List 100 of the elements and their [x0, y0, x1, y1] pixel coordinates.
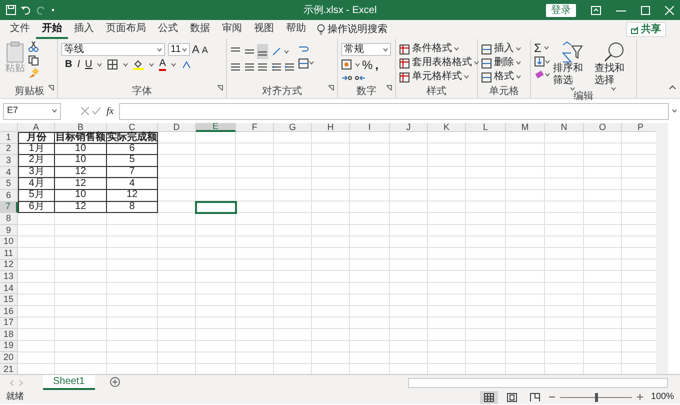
font-color-button[interactable]: A: [159, 58, 166, 70]
lightbulb-icon[interactable]: [317, 24, 325, 35]
launcher-icon[interactable]: [328, 85, 334, 92]
column-header[interactable]: G: [274, 123, 312, 132]
launcher-icon[interactable]: [386, 85, 392, 92]
caret-icon[interactable]: [545, 72, 550, 76]
row-header[interactable]: 11: [0, 248, 18, 260]
redo-icon[interactable]: [36, 5, 46, 15]
column-header[interactable]: C: [107, 123, 158, 132]
zoom-in-icon[interactable]: [637, 394, 644, 400]
caret-icon[interactable]: [454, 47, 459, 51]
borders-icon[interactable]: [107, 59, 118, 70]
eraser-icon[interactable]: [534, 69, 545, 80]
column-header[interactable]: O: [584, 123, 622, 132]
currency-icon[interactable]: [341, 59, 352, 70]
sheet-tab[interactable]: Sheet1: [43, 375, 95, 390]
merge-cells-icon[interactable]: [298, 58, 309, 68]
share-button[interactable]: 共享: [626, 22, 666, 37]
font-name-field[interactable]: 等线: [61, 43, 165, 56]
menu-tab[interactable]: 帮助: [280, 20, 312, 39]
column-header[interactable]: B: [55, 123, 107, 132]
style-menu-button[interactable]: 条件格式: [412, 43, 452, 55]
cells-menu-button[interactable]: 删除: [494, 57, 514, 69]
collapse-ribbon-icon[interactable]: [668, 85, 676, 90]
vertical-scrollbar[interactable]: [656, 123, 668, 374]
bold-button[interactable]: B: [65, 58, 72, 70]
column-header[interactable]: N: [545, 123, 584, 132]
row-header[interactable]: 3: [0, 155, 18, 167]
comma-button[interactable]: ,: [375, 58, 379, 70]
caret-icon[interactable]: [383, 48, 388, 52]
caret-icon[interactable]: [464, 75, 469, 79]
caret-icon[interactable]: [157, 48, 162, 52]
horizontal-scrollbar[interactable]: [408, 378, 668, 388]
orientation-icon[interactable]: [270, 46, 282, 57]
maximize-icon[interactable]: [641, 6, 650, 14]
column-header[interactable]: K: [428, 123, 466, 132]
shrink-font-button[interactable]: A: [202, 44, 208, 56]
caret-icon[interactable]: [52, 109, 57, 113]
row-header[interactable]: 19: [0, 340, 18, 352]
font-size-field[interactable]: 11: [168, 43, 190, 56]
increase-indent-icon[interactable]: [284, 62, 295, 72]
row-header[interactable]: 14: [0, 282, 18, 294]
row-header[interactable]: 9: [0, 224, 18, 236]
launcher-icon[interactable]: [217, 85, 223, 92]
italic-button[interactable]: I: [77, 58, 80, 70]
row-header[interactable]: 4: [0, 166, 18, 178]
search-field[interactable]: 操作说明搜索: [328, 24, 388, 36]
editing-button[interactable]: 排序和筛选: [553, 63, 592, 87]
caret-icon[interactable]: [170, 62, 176, 66]
column-header[interactable]: A: [18, 123, 55, 132]
insert-cells-icon[interactable]: [481, 44, 492, 54]
caret-icon[interactable]: [474, 61, 479, 65]
caret-icon[interactable]: [97, 62, 102, 66]
style-menu-button[interactable]: 套用表格格式: [412, 57, 472, 69]
column-header[interactable]: L: [466, 123, 506, 132]
caret-icon[interactable]: [182, 48, 186, 52]
row-header[interactable]: 10: [0, 236, 18, 248]
launcher-icon[interactable]: [48, 85, 54, 92]
row-header[interactable]: 1: [0, 132, 18, 144]
fill-down-icon[interactable]: [534, 56, 545, 67]
underline-button[interactable]: U: [85, 58, 92, 70]
ribbon-display-icon[interactable]: [591, 6, 601, 14]
row-header[interactable]: 16: [0, 306, 18, 318]
row-header[interactable]: 12: [0, 260, 18, 272]
menu-tab[interactable]: 公式: [152, 20, 184, 39]
search-icon[interactable]: [602, 41, 625, 63]
percent-button[interactable]: %: [362, 58, 373, 70]
name-box[interactable]: E7: [3, 102, 61, 120]
caret-icon[interactable]: [516, 47, 521, 51]
zoom-out-icon[interactable]: [549, 394, 556, 400]
editing-button[interactable]: 查找和选择: [594, 63, 633, 87]
fill-color-icon[interactable]: [133, 59, 144, 70]
undo-icon[interactable]: [21, 5, 31, 15]
column-header[interactable]: I: [350, 123, 390, 132]
view-button[interactable]: [480, 390, 498, 404]
format-cells-icon[interactable]: [481, 72, 492, 82]
cell-style-icon[interactable]: [399, 72, 410, 82]
caret-icon[interactable]: [545, 60, 550, 64]
row-header[interactable]: 7: [0, 202, 18, 214]
active-cell[interactable]: [196, 202, 236, 214]
row-header[interactable]: 21: [0, 364, 18, 374]
zoom-thumb[interactable]: [594, 392, 598, 402]
align-left-icon[interactable]: [230, 62, 241, 72]
customize-icon[interactable]: [51, 8, 55, 12]
caret-icon[interactable]: [516, 75, 521, 79]
menu-tab[interactable]: 视图: [248, 20, 280, 39]
decrease-indent-icon[interactable]: [270, 62, 282, 72]
number-format-field[interactable]: 常规: [341, 43, 391, 56]
column-header[interactable]: D: [158, 123, 196, 132]
login-button[interactable]: 登录: [546, 4, 576, 16]
menu-tab[interactable]: 页面布局: [100, 20, 152, 39]
save-icon[interactable]: [6, 5, 16, 15]
caret-icon[interactable]: [309, 61, 314, 65]
row-header[interactable]: 13: [0, 271, 18, 283]
row-header[interactable]: 20: [0, 352, 18, 364]
autosum-button[interactable]: Σ: [534, 42, 542, 54]
copy-icon[interactable]: [28, 54, 39, 66]
close-icon[interactable]: [665, 6, 674, 14]
column-header[interactable]: E: [196, 123, 236, 132]
caret-icon[interactable]: [611, 87, 616, 91]
